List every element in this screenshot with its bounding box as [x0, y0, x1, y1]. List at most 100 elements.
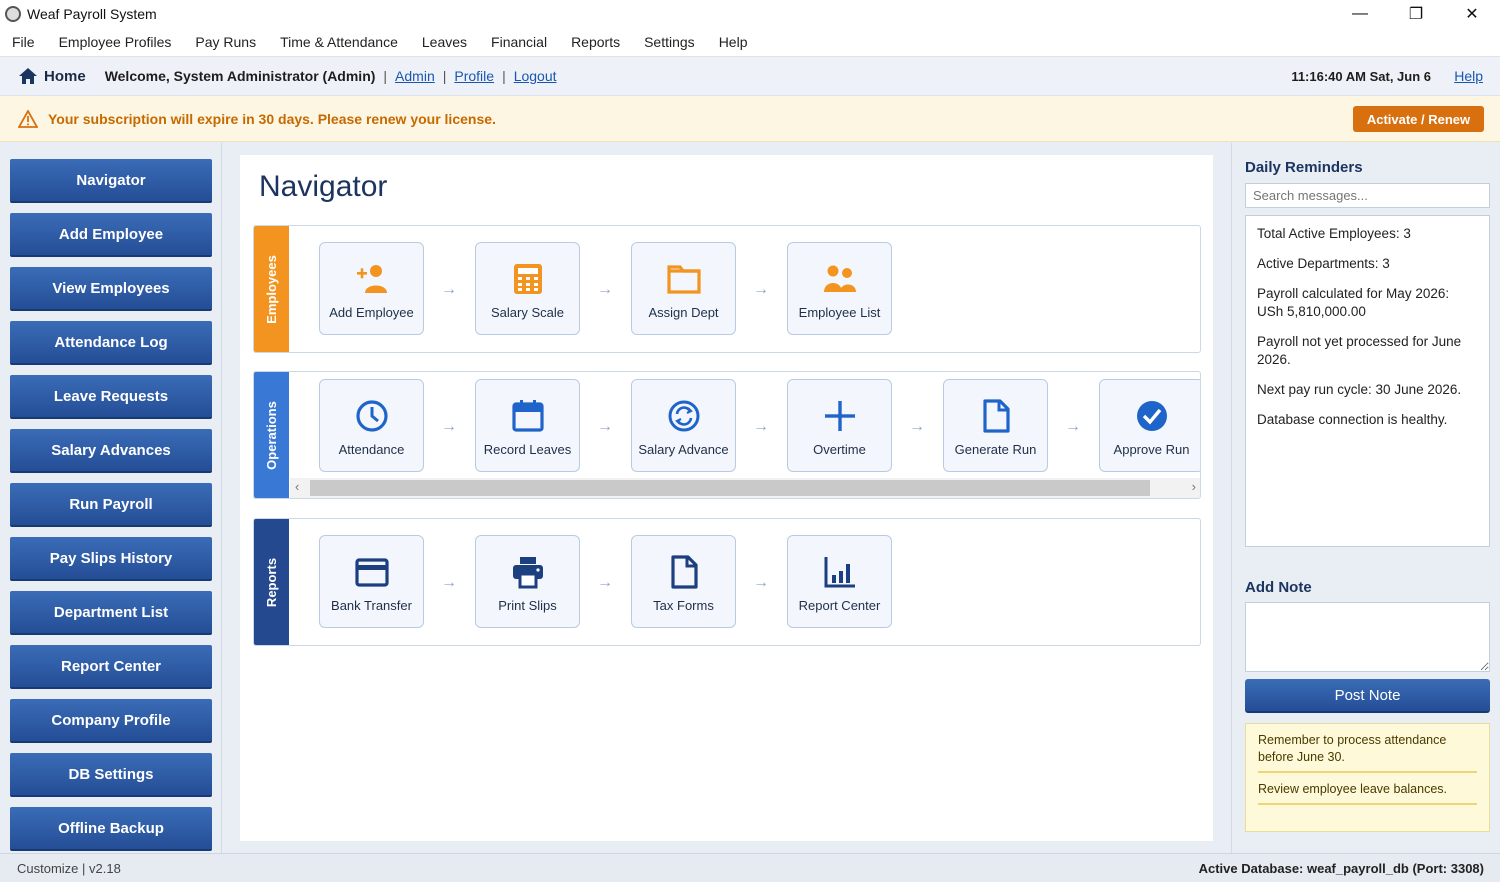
home-link[interactable]: Home: [44, 68, 86, 85]
flow-arrow: →: [1065, 418, 1081, 435]
menu-employee-profiles[interactable]: Employee Profiles: [47, 34, 184, 50]
menu-help[interactable]: Help: [707, 34, 760, 50]
tile-label: Add Employee: [329, 305, 414, 320]
admin-link[interactable]: Admin: [395, 68, 435, 84]
sidebar-department-list-button[interactable]: Department List: [10, 591, 212, 635]
tile-employee-list[interactable]: Employee List: [787, 242, 892, 335]
logout-link[interactable]: Logout: [514, 68, 557, 84]
menu-reports[interactable]: Reports: [559, 34, 632, 50]
tile-generate-run[interactable]: Generate Run: [943, 379, 1048, 472]
sidebar-pay-slips-history-button[interactable]: Pay Slips History: [10, 537, 212, 581]
search-messages-input[interactable]: [1245, 183, 1490, 208]
post-note-button[interactable]: Post Note: [1245, 679, 1490, 713]
tile-label: Tax Forms: [653, 598, 714, 613]
list-item: Next pay run cycle: 30 June 2026.: [1257, 382, 1462, 397]
menu-pay-runs[interactable]: Pay Runs: [183, 34, 268, 50]
flow-arrow: →: [441, 574, 457, 591]
add-person-icon: [356, 265, 387, 293]
sidebar-leave-requests-button[interactable]: Leave Requests: [10, 375, 212, 419]
add-note-title: Add Note: [1245, 579, 1312, 596]
tile-label: Report Center: [798, 598, 881, 613]
tile-attendance[interactable]: Attendance: [319, 379, 424, 472]
sidebar-view-employees-button[interactable]: View Employees: [10, 267, 212, 311]
menu-leaves[interactable]: Leaves: [410, 34, 479, 50]
tile-salary-advance[interactable]: Salary Advance: [631, 379, 736, 472]
right-panel: Daily Reminders Total Active Employees: …: [1231, 143, 1500, 853]
horizontal-scrollbar[interactable]: ‹ ›: [290, 478, 1200, 498]
flow-arrow: →: [753, 281, 769, 298]
header-separator: |: [442, 68, 447, 84]
sidebar-company-profile-button[interactable]: Company Profile: [10, 699, 212, 743]
status-customize-version[interactable]: Customize | v2.18: [17, 861, 121, 876]
flow-arrow: →: [909, 418, 925, 435]
subscription-alert: Your subscription will expire in 30 days…: [0, 96, 1500, 142]
bar-chart-icon: [824, 557, 855, 588]
tile-salary-scale[interactable]: Salary Scale: [475, 242, 580, 335]
tile-print-slips[interactable]: Print Slips: [475, 535, 580, 628]
minimize-icon[interactable]: —: [1332, 0, 1388, 28]
sidebar-navigator-button[interactable]: Navigator: [10, 159, 212, 203]
calculator-icon: [513, 264, 542, 294]
sidebar-add-employee-button[interactable]: Add Employee: [10, 213, 212, 257]
status-active-database: Active Database: weaf_payroll_db (Port: …: [1198, 860, 1484, 876]
tile-add-employee[interactable]: Add Employee: [319, 242, 424, 335]
plus-icon: [824, 401, 855, 431]
clock-icon: [355, 400, 388, 432]
home-icon[interactable]: [18, 66, 38, 86]
scroll-right-icon[interactable]: ›: [1192, 479, 1196, 494]
tile-record-leaves[interactable]: Record Leaves: [475, 379, 580, 472]
document-icon: [982, 399, 1010, 433]
scroll-left-icon[interactable]: ‹: [295, 479, 299, 494]
calendar-icon: [511, 400, 544, 432]
reminders-list: Total Active Employees: 3 Active Departm…: [1245, 215, 1490, 547]
window-controls: — ❐ ✕: [1332, 0, 1500, 28]
menu-bar: File Employee Profiles Pay Runs Time & A…: [0, 28, 1500, 57]
window-title: Weaf Payroll System: [27, 6, 157, 22]
employees-group-label: Employees: [254, 226, 289, 352]
menu-financial[interactable]: Financial: [479, 34, 559, 50]
tile-approve-run[interactable]: Approve Run: [1099, 379, 1200, 472]
welcome-text: Welcome, System Administrator (Admin): [104, 68, 376, 84]
sidebar-db-settings-button[interactable]: DB Settings: [10, 753, 212, 797]
tile-overtime[interactable]: Overtime: [787, 379, 892, 472]
close-icon[interactable]: ✕: [1444, 0, 1500, 28]
status-bar: Customize | v2.18 Active Database: weaf_…: [0, 853, 1500, 882]
flow-arrow: →: [441, 281, 457, 298]
sidebar-report-center-button[interactable]: Report Center: [10, 645, 212, 689]
flow-arrow: →: [597, 418, 613, 435]
sidebar-salary-advances-button[interactable]: Salary Advances: [10, 429, 212, 473]
page-title: Navigator: [259, 170, 388, 203]
menu-file[interactable]: File: [0, 34, 47, 50]
sidebar-run-payroll-button[interactable]: Run Payroll: [10, 483, 212, 527]
note-textarea[interactable]: [1245, 602, 1490, 672]
menu-time-attendance[interactable]: Time & Attendance: [268, 34, 410, 50]
employees-group: Employees Add Employee → Salary Scale → …: [253, 225, 1201, 353]
check-circle-icon: [1136, 401, 1167, 431]
title-bar: Weaf Payroll System — ❐ ✕: [0, 0, 1500, 28]
daily-reminders-title: Daily Reminders: [1245, 159, 1363, 176]
sidebar-offline-backup-button[interactable]: Offline Backup: [10, 807, 212, 851]
tile-report-center[interactable]: Report Center: [787, 535, 892, 628]
sidebar-attendance-log-button[interactable]: Attendance Log: [10, 321, 212, 365]
sidebar: Navigator Add Employee View Employees At…: [0, 143, 222, 853]
people-icon: [823, 265, 856, 292]
folder-icon: [666, 265, 701, 294]
restore-icon[interactable]: ❐: [1388, 0, 1444, 28]
reports-group: Reports Bank Transfer → Print Slips → Ta…: [253, 518, 1201, 646]
help-link[interactable]: Help: [1454, 68, 1483, 84]
menu-settings[interactable]: Settings: [632, 34, 707, 50]
tile-bank-transfer[interactable]: Bank Transfer: [319, 535, 424, 628]
list-item: Active Departments: 3: [1257, 256, 1390, 271]
activate-renew-button[interactable]: Activate / Renew: [1353, 106, 1484, 132]
printer-icon: [512, 557, 543, 589]
tile-tax-forms[interactable]: Tax Forms: [631, 535, 736, 628]
app-logo-icon: [5, 6, 21, 22]
header-bar: Home Welcome, System Administrator (Admi…: [0, 57, 1500, 96]
tile-label: Record Leaves: [483, 442, 572, 457]
tile-assign-dept[interactable]: Assign Dept: [631, 242, 736, 335]
note-item: Review employee leave balances.: [1258, 781, 1477, 805]
profile-link[interactable]: Profile: [454, 68, 494, 84]
operations-group: Operations Attendance → Record Leaves → …: [253, 371, 1201, 499]
scrollbar-thumb[interactable]: [310, 480, 1150, 496]
flow-arrow: →: [597, 281, 613, 298]
